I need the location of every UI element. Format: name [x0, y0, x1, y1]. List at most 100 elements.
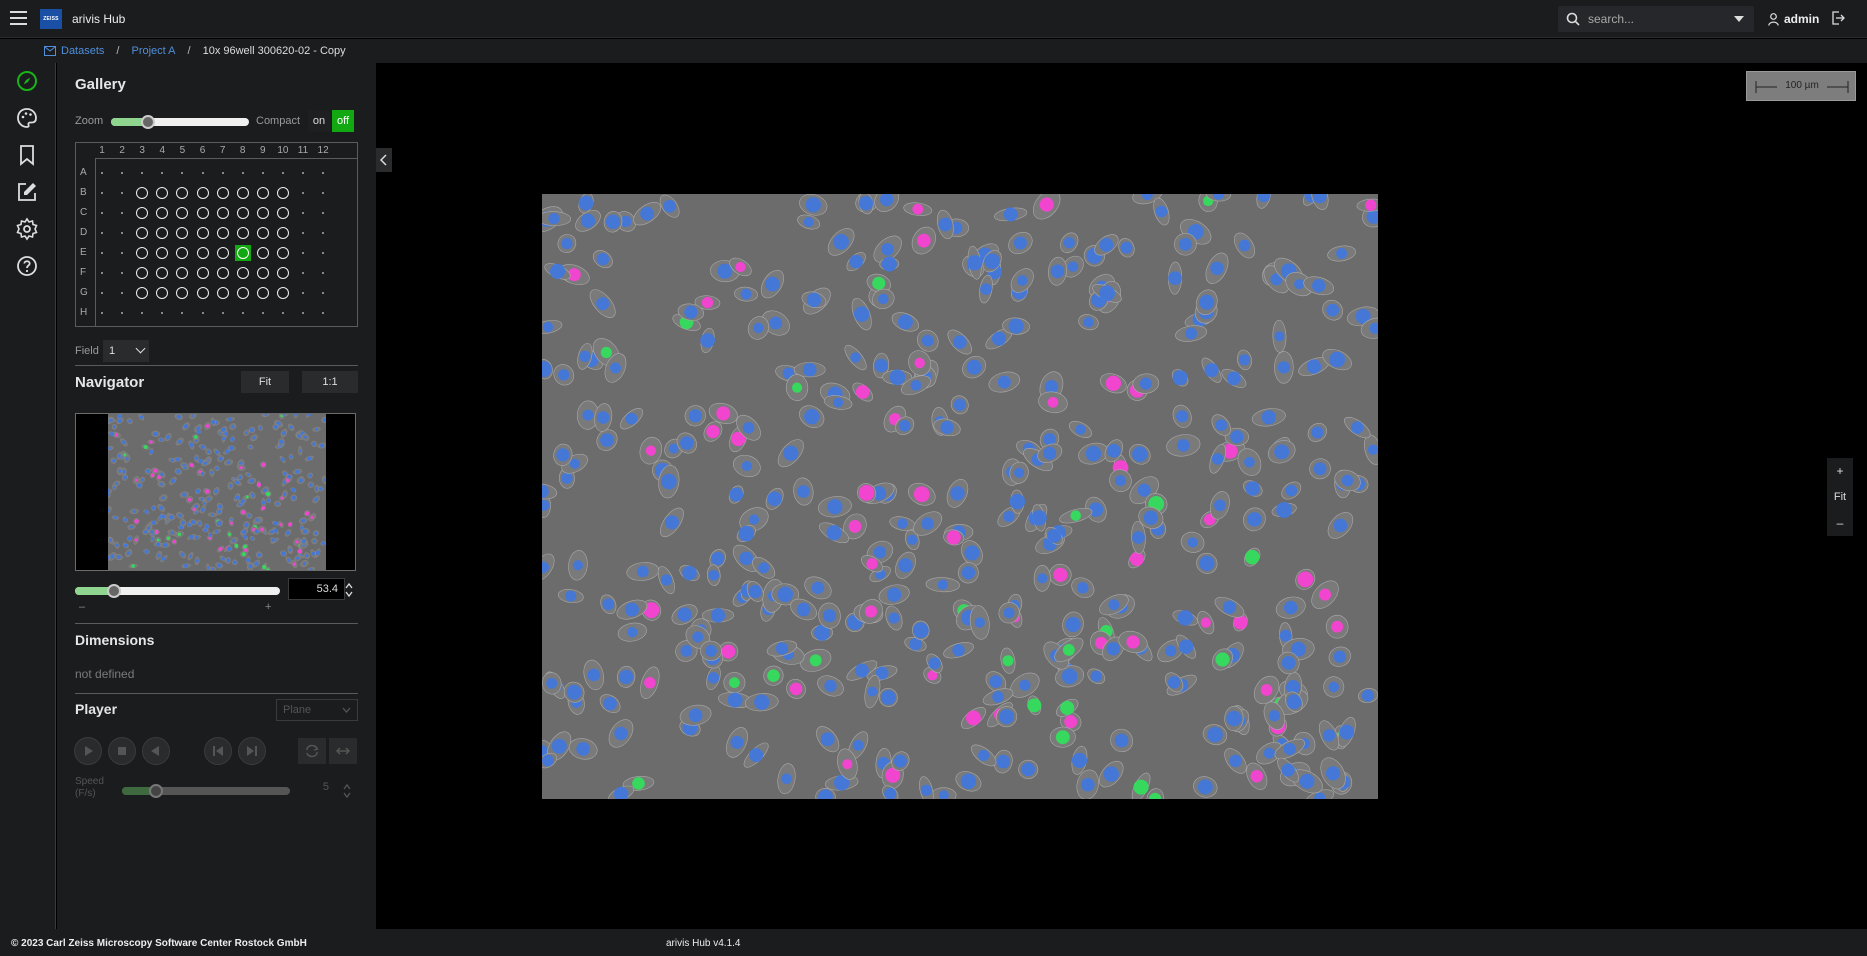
slider-thumb[interactable] [148, 784, 163, 798]
well-E8-selected[interactable] [234, 245, 251, 261]
cell-nucleus [307, 456, 312, 461]
cell-nucleus [242, 544, 247, 549]
well-E10[interactable] [276, 247, 289, 259]
slider-thumb[interactable] [106, 584, 121, 598]
plate-row-header: F [80, 267, 87, 278]
one-to-one-button[interactable]: 1:1 [302, 371, 358, 393]
cell-nucleus [289, 455, 293, 459]
well-E9[interactable] [256, 247, 269, 259]
cell-nucleus [1274, 331, 1285, 342]
well-D6[interactable] [196, 227, 209, 239]
zoom-out-button[interactable]: – [1827, 510, 1853, 536]
well-G9[interactable] [256, 287, 269, 299]
zoom-stepper-icon[interactable] [344, 581, 354, 599]
zoom-in-button[interactable]: + [1827, 458, 1853, 484]
cell-nucleus [1336, 248, 1348, 259]
well-C7[interactable] [216, 207, 229, 219]
well-C6[interactable] [196, 207, 209, 219]
cell-nucleus [1200, 617, 1211, 628]
well-F8[interactable] [236, 267, 249, 279]
gallery-zoom-slider[interactable] [111, 115, 249, 129]
plate-column-header: 12 [317, 145, 329, 156]
compact-on-button[interactable]: on [308, 110, 330, 132]
cell-nucleus [226, 460, 231, 465]
cell-nucleus [320, 443, 325, 448]
search-input[interactable] [1588, 10, 1718, 28]
well-B9[interactable] [256, 187, 269, 199]
speed-input[interactable]: 5 [300, 781, 333, 801]
gear-icon[interactable] [15, 217, 39, 241]
well-F7[interactable] [216, 267, 229, 279]
slider-thumb[interactable] [141, 115, 156, 129]
well-D7[interactable] [216, 227, 229, 239]
cell-nucleus [704, 644, 717, 657]
previous-frame-button[interactable] [204, 737, 232, 765]
well-D10[interactable] [276, 227, 289, 239]
bounce-button[interactable] [329, 738, 357, 764]
speed-stepper-icon[interactable] [342, 782, 352, 800]
navigator-zoom-slider[interactable] [75, 584, 280, 598]
plate-row-header: C [80, 207, 88, 218]
microscopy-image[interactable] [542, 194, 1378, 799]
gallery-title: Gallery [75, 76, 126, 93]
cell-nucleus [867, 686, 878, 697]
well-G8[interactable] [236, 287, 249, 299]
cell-nucleus [578, 195, 594, 211]
navigator-preview[interactable] [75, 413, 356, 571]
cell-nucleus [907, 534, 918, 546]
search-dropdown-icon[interactable] [1734, 16, 1744, 22]
well-G7[interactable] [216, 287, 229, 299]
well-D8[interactable] [236, 227, 249, 239]
stop-button[interactable] [108, 737, 136, 765]
plate-row-header: D [80, 227, 88, 238]
play-button[interactable] [74, 737, 102, 765]
next-frame-button[interactable] [238, 737, 266, 765]
well-E7[interactable] [216, 247, 229, 259]
collapse-panel-button[interactable] [376, 148, 392, 172]
menu-icon[interactable] [10, 11, 27, 25]
speed-slider[interactable] [122, 784, 290, 798]
cell-nucleus [203, 461, 208, 465]
palette-icon[interactable] [15, 106, 39, 130]
well-C8[interactable] [236, 207, 249, 219]
well-B7[interactable] [216, 187, 229, 199]
well-C9[interactable] [256, 207, 269, 219]
bookmark-icon[interactable] [15, 143, 39, 167]
well-B10[interactable] [276, 187, 289, 199]
well-B6[interactable] [196, 187, 209, 199]
fit-button[interactable]: Fit [241, 371, 289, 393]
cell-nucleus [1085, 445, 1102, 462]
field-select[interactable]: 1 [103, 340, 149, 362]
well-F9[interactable] [256, 267, 269, 279]
well-B8[interactable] [236, 187, 249, 199]
breadcrumb-datasets[interactable]: Datasets [61, 45, 104, 57]
play-reverse-button[interactable] [142, 737, 170, 765]
well-F10[interactable] [276, 267, 289, 279]
cell-nucleus [230, 437, 235, 442]
navigator-zoom-input[interactable]: 53.4 [288, 578, 345, 600]
plate-column-header: 4 [159, 145, 166, 156]
breadcrumb-project[interactable]: Project A [131, 45, 175, 57]
player-mode-select[interactable]: Plane [276, 699, 358, 721]
user-menu[interactable]: admin [1768, 11, 1819, 27]
help-icon[interactable] [15, 254, 39, 278]
cell-nucleus [1083, 316, 1094, 328]
cell-nucleus [677, 607, 692, 622]
compass-icon[interactable] [15, 69, 39, 93]
zoom-fit-button[interactable]: Fit [1827, 484, 1853, 510]
well-C10[interactable] [276, 207, 289, 219]
cell-nucleus [600, 433, 614, 448]
well-G10[interactable] [276, 287, 289, 299]
logout-icon[interactable] [1831, 11, 1845, 25]
well-D9[interactable] [256, 227, 269, 239]
cell-nucleus [992, 691, 1004, 703]
cell-nucleus [117, 414, 122, 419]
compact-off-button[interactable]: off [332, 110, 354, 132]
edit-icon[interactable] [15, 180, 39, 204]
chevron-down-icon [342, 707, 351, 713]
well-G6[interactable] [196, 287, 209, 299]
well-E6[interactable] [196, 247, 209, 259]
loop-button[interactable] [298, 738, 326, 764]
well-F6[interactable] [196, 267, 209, 279]
search-icon [1566, 12, 1580, 26]
